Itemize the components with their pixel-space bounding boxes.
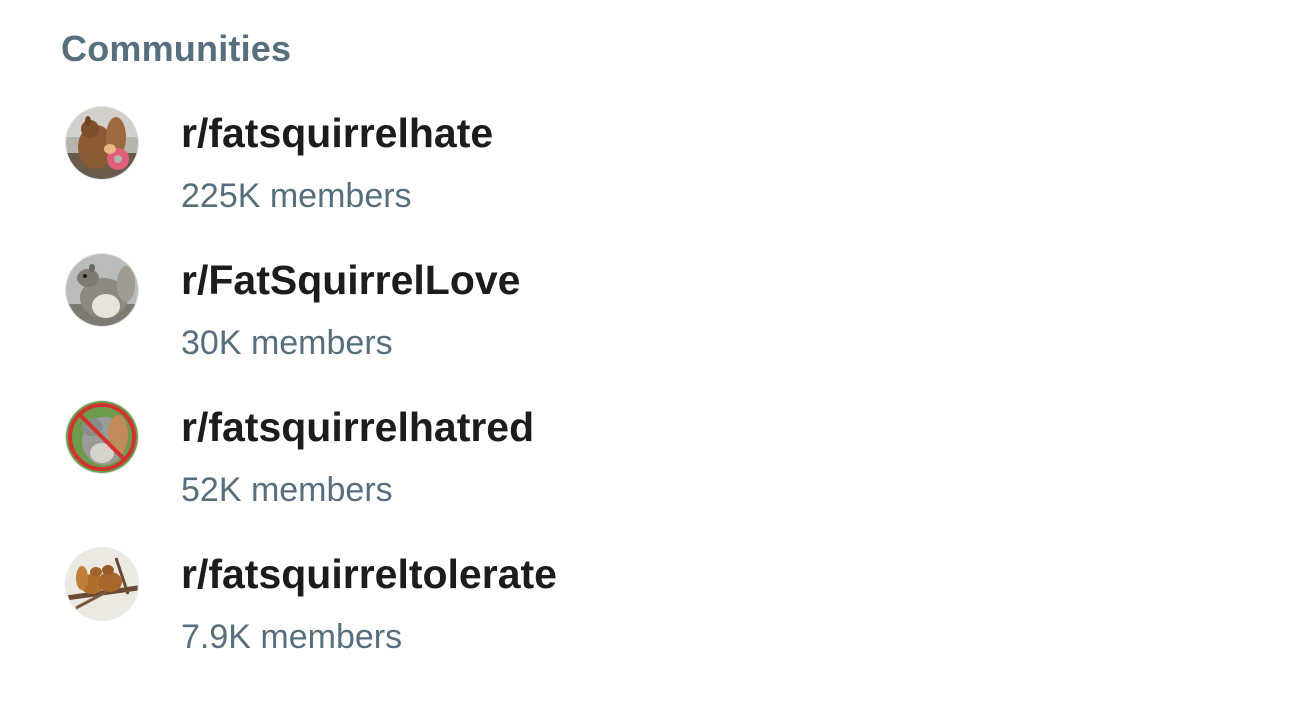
community-members: 225K members xyxy=(181,177,412,215)
community-item-fatsquirreltolerate[interactable]: r/fatsquirreltolerate 7.9K members xyxy=(0,548,1290,688)
community-members: 7.9K members xyxy=(181,618,403,656)
community-item-fatsquirrelhate[interactable]: r/fatsquirrelhate 225K members xyxy=(0,107,1290,247)
community-name: r/FatSquirrelLove xyxy=(181,257,521,303)
squirrel-eating-donut-avatar-icon xyxy=(66,107,138,179)
community-list: r/fatsquirrelhate 225K members r/FatSqui… xyxy=(0,0,1290,705)
community-avatar xyxy=(66,548,138,620)
community-name: r/fatsquirrelhatred xyxy=(181,404,535,450)
squirrels-on-branch-avatar-icon xyxy=(66,548,138,620)
community-avatar xyxy=(66,107,138,179)
fat-gray-squirrel-avatar-icon xyxy=(66,254,138,326)
community-avatar xyxy=(66,401,138,473)
squirrel-prohibited-avatar-icon xyxy=(66,401,138,473)
community-avatar xyxy=(66,254,138,326)
community-item-fatsquirrellove[interactable]: r/FatSquirrelLove 30K members xyxy=(0,254,1290,394)
community-name: r/fatsquirrelhate xyxy=(181,110,494,156)
community-members: 52K members xyxy=(181,471,393,509)
community-item-fatsquirrelhatred[interactable]: r/fatsquirrelhatred 52K members xyxy=(0,401,1290,541)
community-members: 30K members xyxy=(181,324,393,362)
community-name: r/fatsquirreltolerate xyxy=(181,551,557,597)
